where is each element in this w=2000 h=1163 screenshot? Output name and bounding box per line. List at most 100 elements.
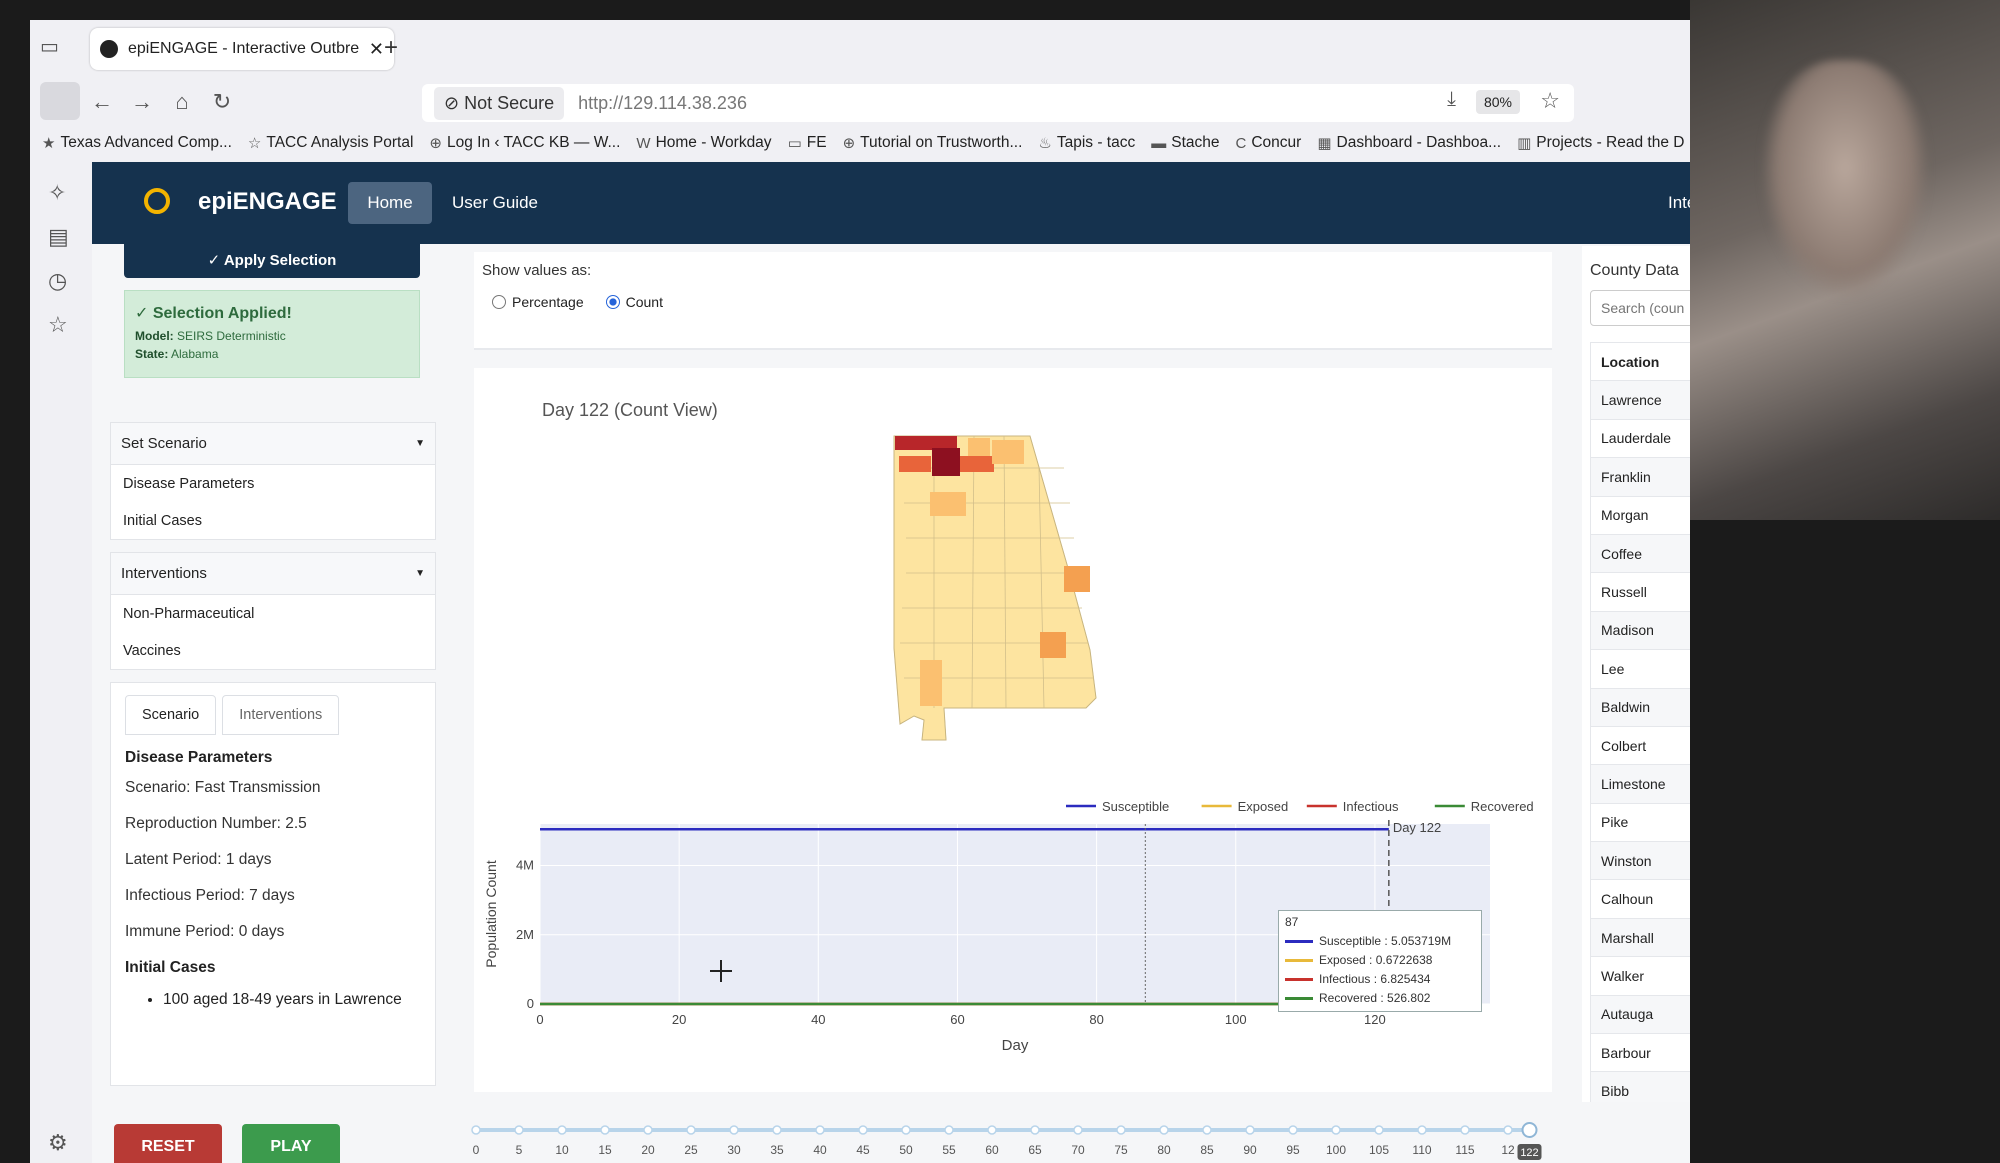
county-search-input[interactable] [1590, 290, 1690, 326]
home-icon[interactable]: ⌂ [162, 89, 202, 115]
reader-icon[interactable]: ▤ [48, 224, 69, 250]
slider-tick-label: 15 [598, 1143, 612, 1157]
bookmark-item[interactable]: ♨ Tapis - tacc [1038, 134, 1135, 152]
table-row[interactable]: Pike02 [1590, 802, 1690, 843]
latent-period-text: Latent Period: 1 days [125, 851, 272, 868]
tab-list-icon[interactable]: ▭ [40, 34, 59, 59]
count-radio[interactable] [605, 295, 620, 309]
slider-tick [643, 1125, 653, 1135]
model-value: SEIRS Deterministic [177, 329, 286, 343]
legend-entry: Infectious [1343, 799, 1399, 814]
menu-item-vaccines[interactable]: Vaccines [111, 632, 435, 669]
table-cell: Lee [1590, 649, 1690, 689]
slider-tick-label: 100 [1326, 1143, 1346, 1157]
bookmark-icon: C [1235, 134, 1247, 152]
table-row[interactable]: Limestone04 [1590, 764, 1690, 804]
bookmark-item[interactable]: ▬ Stache [1151, 134, 1219, 152]
slider-tick [729, 1125, 739, 1135]
history-icon[interactable]: ◷ [48, 268, 67, 294]
bookmark-item[interactable]: C Concur [1236, 134, 1302, 152]
table-row[interactable]: Lawrence [1590, 380, 1690, 420]
table-row[interactable]: Coffee03 [1590, 533, 1690, 574]
bookmark-item[interactable]: ▥ Projects - Read the D [1517, 134, 1684, 152]
sparkle-icon[interactable]: ✧ [48, 180, 66, 206]
county-coffee[interactable] [1040, 632, 1066, 658]
forward-icon[interactable]: → [122, 89, 162, 115]
bookmark-item[interactable]: ★ Texas Advanced Comp... [42, 134, 232, 152]
table-row[interactable]: Winston08 [1590, 841, 1690, 881]
table-row[interactable]: Baldwin03 [1590, 687, 1690, 727]
nav-user-guide-link[interactable]: User Guide [452, 193, 538, 213]
slider-tick [1116, 1125, 1126, 1135]
bookmark-item[interactable]: ▦ Dashboard - Dashboa... [1317, 134, 1501, 152]
url-bar[interactable]: ⊘ Not Secure http://129.114.38.236 ⤓ 80%… [422, 84, 1574, 122]
tab-interventions[interactable]: Interventions [222, 695, 340, 735]
bookmarks-icon[interactable]: ☆ [48, 312, 68, 338]
bookmark-item[interactable]: ⊕ Tutorial on Trustworth... [843, 134, 1023, 152]
count-label[interactable]: Count [626, 294, 663, 310]
table-row[interactable]: Lauderdale [1590, 418, 1690, 459]
county-madison[interactable] [992, 440, 1024, 464]
tab-scenario[interactable]: Scenario [125, 695, 217, 735]
table-row[interactable]: Colbert012 [1590, 725, 1690, 766]
download-icon[interactable]: ⤓ [1447, 88, 1456, 111]
brand-name[interactable]: epiENGAGE [198, 188, 337, 216]
browser-tab[interactable]: epiENGAGE - Interactive Outbre ✕ [90, 28, 394, 70]
zoom-level[interactable]: 80% [1475, 90, 1520, 114]
day-slider[interactable]: 0 5 10 15 20 25 30 35 40 45 50 55 60 65 70 75 80 85 90 95 10… [362, 1102, 1542, 1163]
bookmark-item[interactable]: ☆ TACC Analysis Portal [248, 134, 413, 152]
county-colbert[interactable] [899, 456, 931, 472]
menu-item-initial-cases[interactable]: Initial Cases [111, 502, 435, 539]
county-walker[interactable] [930, 492, 966, 516]
table-row[interactable]: Marshall03 [1590, 917, 1690, 958]
county-lawrence[interactable] [932, 448, 960, 476]
table-row[interactable]: Calhoun02 [1590, 879, 1690, 919]
not-secure-badge[interactable]: ⊘ Not Secure [434, 86, 565, 120]
reset-button[interactable]: RESET [114, 1124, 222, 1163]
bookmark-item[interactable]: W Home - Workday [636, 134, 771, 152]
table-row[interactable]: Lee05 [1590, 649, 1690, 689]
settings-gear-icon[interactable]: ⚙ [48, 1130, 68, 1156]
table-row[interactable]: Franklin [1590, 457, 1690, 497]
table-row[interactable]: Walker03 [1590, 956, 1690, 996]
county-baldwin[interactable] [920, 660, 942, 706]
percentage-radio[interactable] [492, 295, 506, 309]
bookmark-item[interactable]: ▭ FE [788, 134, 827, 152]
interventions-accordion-header[interactable]: Interventions ▼ [111, 553, 435, 595]
table-cell: Colbert [1590, 725, 1690, 766]
slider-tick-label: 35 [770, 1143, 784, 1157]
bookmark-star-icon[interactable]: ☆ [1540, 88, 1560, 114]
exposed-swatch [1285, 958, 1313, 962]
nav-home-link[interactable]: Home [348, 182, 432, 224]
column-header-location[interactable]: Location [1590, 341, 1690, 382]
table-row[interactable]: Barbour00 [1590, 1033, 1690, 1073]
county-limestone[interactable] [968, 438, 990, 456]
back-icon[interactable]: ← [82, 89, 122, 115]
menu-item-disease-parameters[interactable]: Disease Parameters [111, 465, 435, 502]
apply-selection-button[interactable]: ✓ Apply Selection [124, 242, 420, 278]
county-lee[interactable] [1064, 566, 1090, 592]
table-row[interactable]: Autauga00 [1590, 994, 1690, 1035]
county-lauderdale[interactable] [895, 436, 957, 450]
scenario-accordion-header[interactable]: Set Scenario ▼ [111, 423, 435, 465]
table-row[interactable]: Russell03 [1590, 572, 1690, 612]
close-icon[interactable]: ✕ [369, 39, 384, 60]
new-tab-icon[interactable]: + [384, 34, 398, 62]
reload-icon[interactable]: ↻ [202, 89, 242, 115]
webcam-face [1760, 60, 1930, 300]
infectious-period-text: Infectious Period: 7 days [125, 887, 295, 904]
tab-title: epiENGAGE - Interactive Outbre [128, 40, 360, 57]
nav-right-link[interactable]: Inte [1668, 193, 1690, 213]
url-text[interactable]: http://129.114.38.236 [578, 93, 747, 114]
county-morgan[interactable] [960, 456, 994, 472]
slider-tick-label: 30 [727, 1143, 741, 1157]
alabama-map[interactable] [893, 435, 1097, 741]
menu-item-non-pharmaceutical[interactable]: Non-Pharmaceutical [111, 595, 435, 632]
play-button[interactable]: PLAY [242, 1124, 340, 1163]
bookmark-item[interactable]: ⊕ Log In ‹ TACC KB — W... [429, 134, 620, 152]
percentage-label[interactable]: Percentage [512, 294, 584, 310]
slider-tick-label: 115 [1455, 1143, 1474, 1157]
slider-tick [1202, 1125, 1212, 1135]
table-row[interactable]: Madison016 [1590, 610, 1690, 651]
table-row[interactable]: Morgan [1590, 495, 1690, 535]
